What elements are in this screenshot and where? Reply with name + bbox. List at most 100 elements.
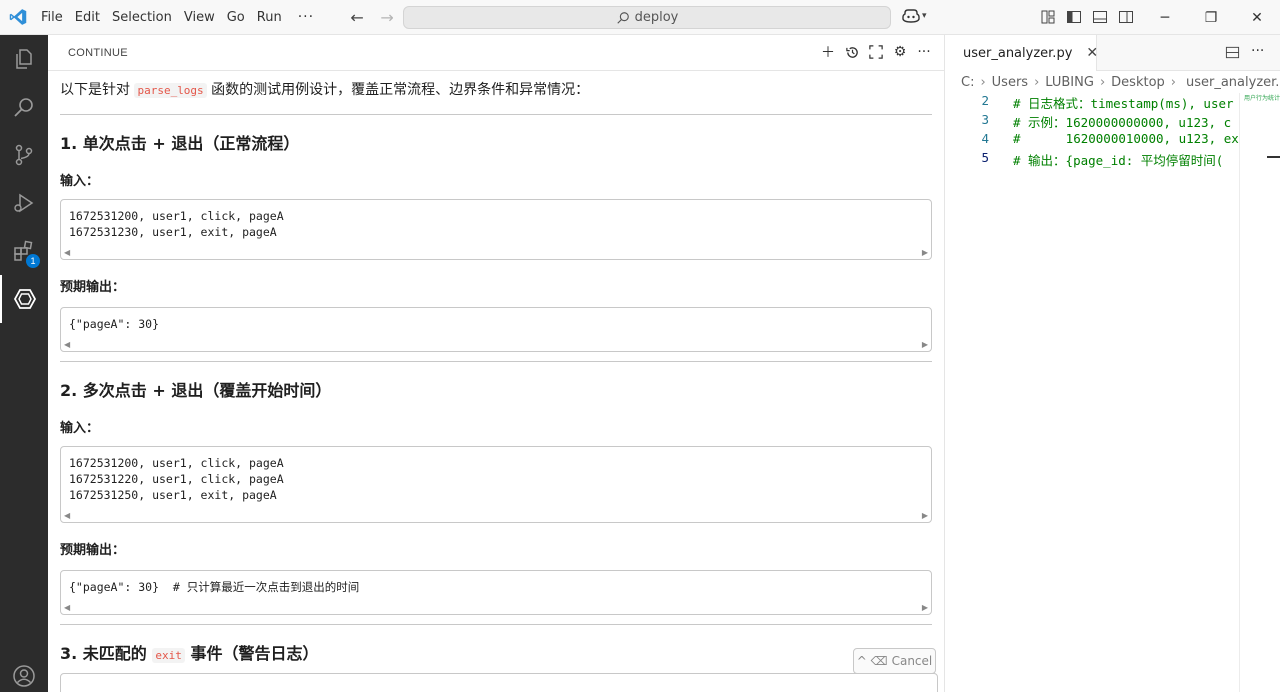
menu-run[interactable]: Run	[251, 0, 288, 35]
menu-edit[interactable]: Edit	[69, 0, 106, 35]
menu-file[interactable]: File	[35, 0, 69, 35]
breadcrumb-item[interactable]: Users	[992, 75, 1028, 90]
source-control-icon[interactable]	[0, 131, 48, 179]
search-icon	[616, 11, 629, 24]
section-heading-2: 2. 多次点击 + 退出（覆盖开始时间）	[60, 381, 332, 400]
tab-user-analyzer[interactable]: user_analyzer.py ✕	[945, 35, 1098, 71]
input-label-2: 输入：	[60, 421, 100, 436]
minimap-cursor	[1267, 156, 1280, 158]
run-debug-icon[interactable]	[0, 179, 48, 227]
code-line: 4 # 1620000010000, u123, ex	[945, 131, 1245, 150]
close-tab-icon[interactable]: ✕	[1086, 45, 1098, 61]
minimize-icon[interactable]: ─	[1142, 0, 1188, 35]
scroll-right-icon[interactable]: ▶	[922, 248, 928, 257]
intro-after: 函数的测试用例设计，覆盖正常流程、边界条件和异常情况：	[211, 82, 590, 98]
menu-go[interactable]: Go	[221, 0, 251, 35]
code-text: # 日志格式：timestamp(ms), user	[1013, 96, 1234, 111]
minimap[interactable]: 用户行为统计	[1239, 93, 1280, 692]
code-line: 3 # 示例：1620000000000, u123, c	[945, 112, 1245, 131]
menu-selection[interactable]: Selection	[106, 0, 178, 35]
fullscreen-icon[interactable]	[868, 44, 884, 60]
chat-content: 以下是针对 parse_logs 函数的测试用例设计，覆盖正常流程、边界条件和异…	[60, 71, 938, 692]
cancel-button[interactable]: ^ ⌫ Cancel	[853, 648, 936, 674]
scroll-left-icon[interactable]: ◀	[64, 511, 70, 520]
panel-title: CONTINUE	[68, 46, 128, 59]
close-window-icon[interactable]: ✕	[1234, 0, 1280, 35]
output-code-block-2[interactable]: {"pageA": 30} # 只计算最近一次点击到退出的时间 ◀ ▶	[60, 570, 932, 615]
cancel-shortcut: ^ ⌫	[856, 654, 888, 668]
nav-arrows: ← →	[346, 8, 398, 27]
scroll-left-icon[interactable]: ◀	[64, 603, 70, 612]
inline-code-exit: exit	[152, 648, 185, 663]
chevron-down-icon: ▾	[922, 11, 927, 21]
search-view-icon[interactable]	[0, 83, 48, 131]
line-number: 2	[981, 93, 989, 108]
scroll-right-icon[interactable]: ▶	[922, 511, 928, 520]
continue-panel: CONTINUE ＋ ⚙ ··· 以下是针对 parse_logs 函数的测试用…	[48, 35, 944, 692]
breadcrumb-item[interactable]: LUBING	[1045, 75, 1094, 90]
input-code-1: 1672531200, user1, click, pageA 16725312…	[69, 209, 284, 239]
input-code-2: 1672531200, user1, click, pageA 16725312…	[69, 456, 284, 502]
breadcrumb-item[interactable]: C:	[961, 75, 974, 90]
code-text: # 1620000010000, u123, ex	[1013, 131, 1239, 146]
code-editor[interactable]: 2 # 日志格式：timestamp(ms), user 3 # 示例：1620…	[945, 93, 1245, 169]
scroll-right-icon[interactable]: ▶	[922, 340, 928, 349]
chevron-right-icon: ›	[980, 74, 986, 90]
menu-view[interactable]: View	[178, 0, 221, 35]
toggle-secondary-sidebar-icon[interactable]	[1118, 9, 1134, 25]
settings-gear-icon[interactable]: ⚙	[892, 44, 908, 60]
divider	[60, 361, 932, 362]
output-code-1: {"pageA": 30}	[69, 317, 160, 331]
extensions-badge: 1	[26, 254, 40, 268]
history-icon[interactable]	[844, 44, 860, 60]
code-line: 2 # 日志格式：timestamp(ms), user	[945, 93, 1245, 112]
split-editor-icon[interactable]	[1225, 45, 1240, 60]
explorer-icon[interactable]	[0, 35, 48, 83]
chevron-right-icon: ›	[1099, 74, 1106, 90]
command-center[interactable]: deploy	[403, 6, 891, 29]
copilot-icon	[902, 9, 920, 23]
copilot-button[interactable]: ▾	[902, 8, 927, 24]
divider	[60, 114, 932, 115]
breadcrumb-item[interactable]: user_analyzer.py	[1186, 75, 1280, 90]
code-line: 5 # 输出：{page_id: 平均停留时间(	[945, 150, 1245, 169]
toggle-primary-sidebar-icon[interactable]	[1066, 9, 1082, 25]
editor-more-icon[interactable]: ···	[1251, 43, 1264, 59]
breadcrumb-item[interactable]: Desktop	[1111, 75, 1165, 90]
line-number: 5	[981, 150, 989, 165]
scroll-right-icon[interactable]: ▶	[922, 603, 928, 612]
accounts-icon[interactable]	[0, 652, 48, 692]
input-code-block-1[interactable]: 1672531200, user1, click, pageA 16725312…	[60, 199, 932, 260]
title-bar: File Edit Selection View Go Run ··· ← → …	[0, 0, 1280, 35]
continue-icon[interactable]	[0, 275, 48, 323]
code-text: # 示例：1620000000000, u123, c	[1013, 115, 1232, 130]
section-heading-3: 3. 未匹配的 exit 事件（警告日志）	[60, 643, 932, 667]
panel-header: CONTINUE ＋ ⚙ ···	[48, 35, 944, 71]
scroll-left-icon[interactable]: ◀	[64, 248, 70, 257]
inline-code-parse-logs: parse_logs	[134, 83, 207, 98]
section-heading-1: 1. 单次点击 + 退出（正常流程）	[60, 134, 300, 153]
output-code-2: {"pageA": 30} # 只计算最近一次点击到退出的时间	[69, 580, 360, 594]
line-number: 3	[981, 112, 989, 127]
tab-label: user_analyzer.py	[963, 45, 1073, 61]
input-label-1: 输入：	[60, 174, 100, 189]
input-code-block-2[interactable]: 1672531200, user1, click, pageA 16725312…	[60, 446, 932, 523]
menu-more[interactable]: ···	[288, 0, 324, 35]
command-center-text: deploy	[634, 10, 679, 25]
output-label-1: 预期输出：	[60, 280, 126, 295]
scroll-left-icon[interactable]: ◀	[64, 340, 70, 349]
extensions-icon[interactable]: 1	[0, 227, 48, 275]
new-session-icon[interactable]: ＋	[820, 44, 836, 61]
activity-bar: 1	[0, 35, 48, 692]
chevron-right-icon: ›	[1034, 74, 1040, 90]
forward-arrow-icon[interactable]: →	[376, 8, 398, 27]
window-controls: ─ ❐ ✕	[1142, 0, 1280, 35]
restore-icon[interactable]: ❐	[1188, 0, 1234, 35]
panel-actions: ＋ ⚙ ···	[820, 44, 932, 61]
toggle-panel-icon[interactable]	[1092, 9, 1108, 25]
output-code-block-1[interactable]: {"pageA": 30} ◀ ▶	[60, 307, 932, 352]
customize-layout-icon[interactable]	[1040, 9, 1056, 25]
back-arrow-icon[interactable]: ←	[346, 8, 368, 27]
more-actions-icon[interactable]: ···	[916, 44, 932, 60]
layout-controls	[1040, 9, 1134, 25]
